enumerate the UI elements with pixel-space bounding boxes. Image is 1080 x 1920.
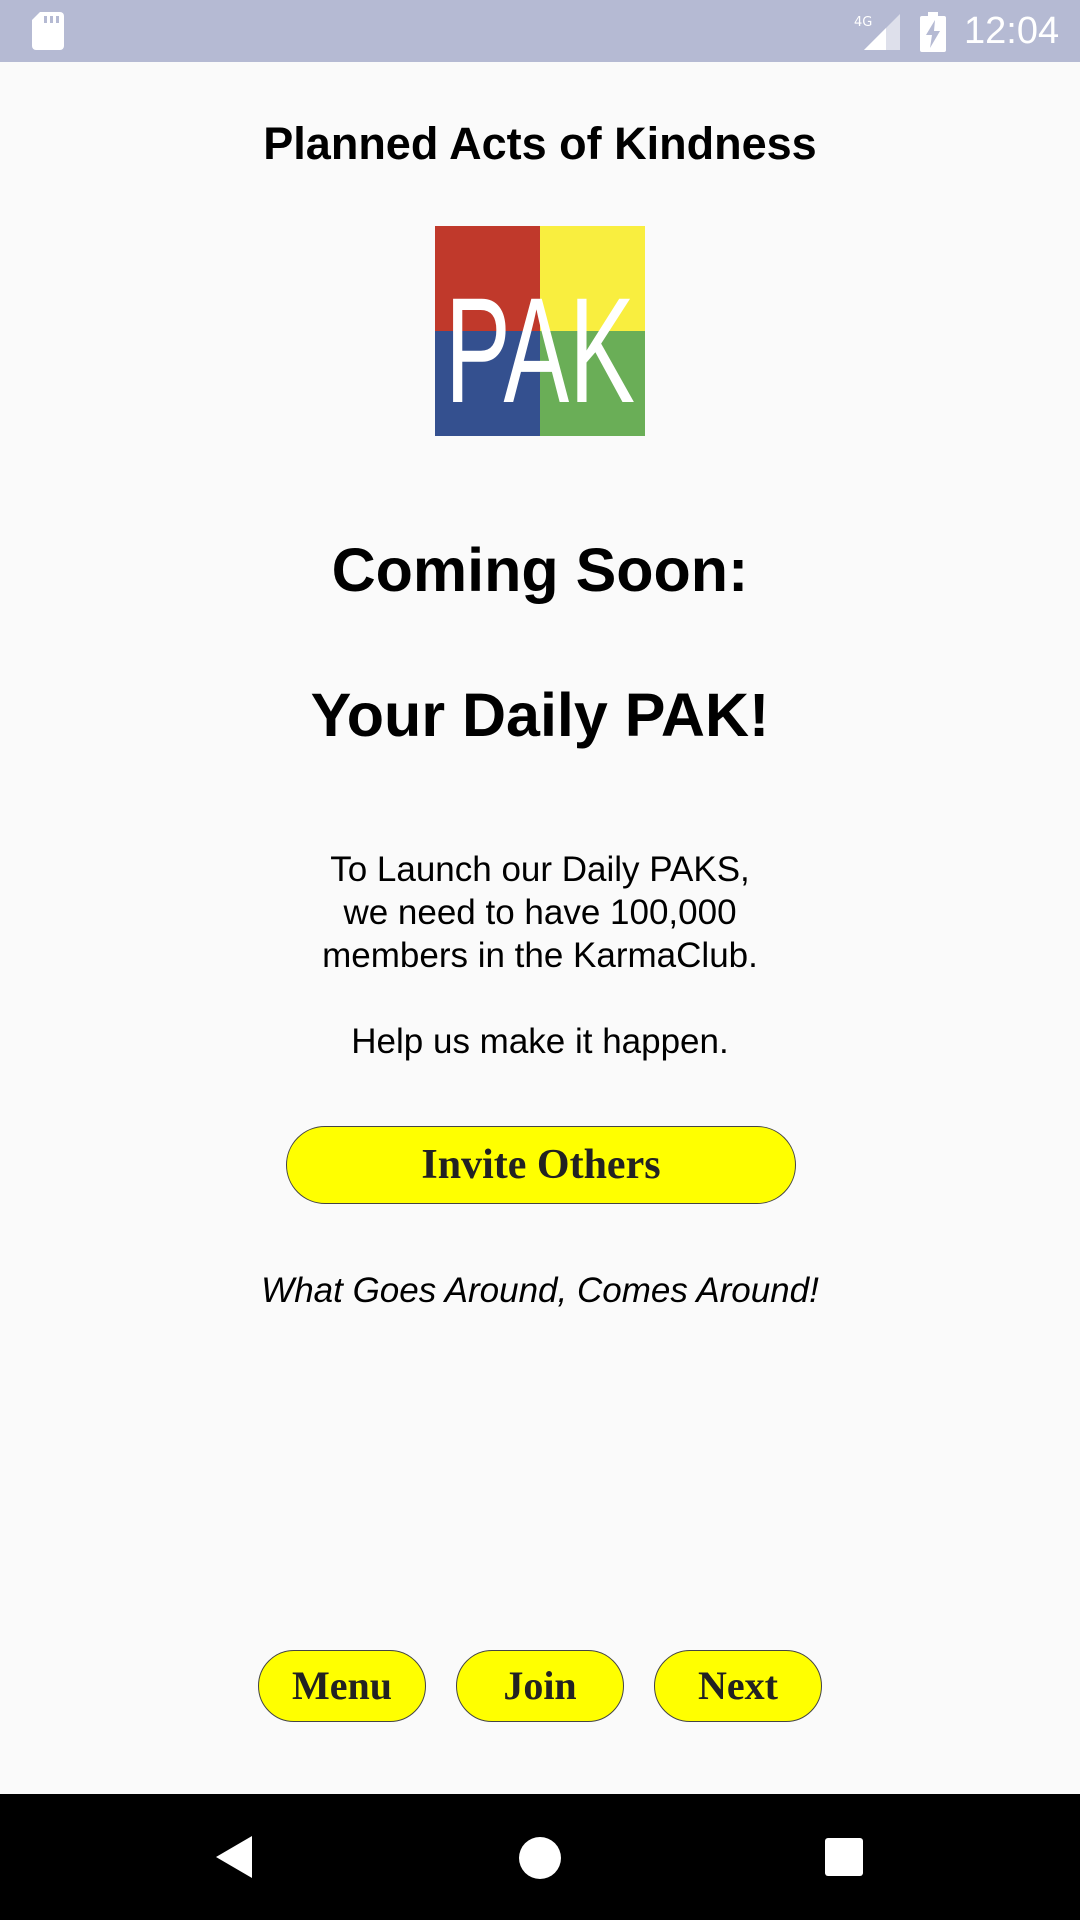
back-icon[interactable]	[214, 1834, 254, 1880]
daily-pak-heading: Your Daily PAK!	[310, 681, 770, 749]
sd-card-icon	[32, 12, 64, 50]
launch-message-line: we need to have 100,000	[343, 893, 737, 932]
logo-text: PAK	[445, 266, 635, 434]
tagline: What Goes Around, Comes Around!	[261, 1271, 819, 1310]
menu-button[interactable]: Menu	[258, 1650, 426, 1722]
status-bar: 4G 12:04	[0, 0, 1080, 62]
launch-message: To Launch our Daily PAKS, we need to hav…	[0, 848, 1080, 1063]
launch-message-line	[0, 977, 1080, 1020]
recents-icon[interactable]	[824, 1837, 864, 1877]
join-button[interactable]: Join	[456, 1650, 624, 1722]
launch-message-line: Help us make it happen.	[351, 1022, 729, 1061]
launch-message-line: members in the KarmaClub.	[322, 936, 758, 975]
status-time: 12:04	[964, 10, 1060, 52]
launch-message-line: To Launch our Daily PAKS,	[330, 850, 750, 889]
invite-others-button[interactable]: Invite Others	[286, 1126, 796, 1204]
network-type-label: 4G	[854, 15, 872, 30]
battery-charging-icon	[920, 12, 946, 52]
pak-logo: PAK	[435, 226, 645, 436]
signal-icon: 4G	[854, 14, 900, 50]
app-title: Planned Acts of Kindness	[263, 118, 817, 169]
coming-soon-heading: Coming Soon:	[331, 536, 749, 604]
home-icon[interactable]	[518, 1836, 562, 1880]
next-button[interactable]: Next	[654, 1650, 822, 1722]
